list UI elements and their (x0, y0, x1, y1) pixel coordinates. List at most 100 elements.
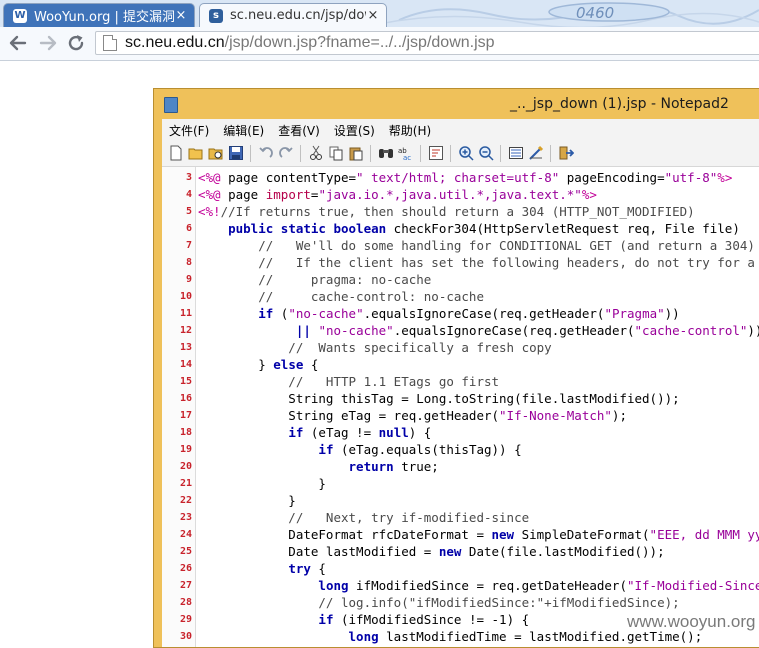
open-icon[interactable] (188, 145, 204, 161)
settings-icon[interactable] (528, 145, 544, 161)
toolbar-separator (420, 145, 421, 162)
code-token: // If the client has set the following h… (198, 255, 759, 270)
line-number: 28 (179, 597, 192, 608)
zoom-out-icon[interactable] (478, 145, 494, 161)
scheme-icon[interactable] (508, 145, 524, 161)
toolbar-separator (300, 145, 301, 162)
forward-icon[interactable] (38, 33, 58, 53)
code-text: // HTTP 1.1 ETags go first (198, 373, 499, 390)
notepad-toolbar: ab ac (162, 141, 759, 167)
code-token: // log.info("ifModifiedSince:"+ifModifie… (198, 595, 680, 610)
tab-close-icon[interactable]: × (174, 8, 188, 23)
code-token: "cache-control" (634, 323, 748, 338)
line-number: 24 (179, 529, 192, 540)
code-token: // pragma: no-cache (198, 272, 432, 287)
code-text: <%@ page import="java.io.*,java.util.*,j… (198, 186, 597, 203)
cut-icon[interactable] (308, 145, 324, 161)
code-text: public static boolean checkFor304(HttpSe… (198, 220, 740, 237)
menu-help[interactable]: 帮助(H) (382, 122, 438, 139)
code-text: if (ifModifiedSince != -1) { (198, 611, 529, 628)
menu-edit[interactable]: 编辑(E) (216, 122, 271, 139)
find-icon[interactable] (378, 145, 394, 161)
address-bar[interactable]: sc.neu.edu.cn/jsp/down.jsp?fname=../../j… (95, 31, 759, 55)
code-token: .equalsIgnoreCase(req.getHeader( (393, 323, 635, 338)
tab-title: WooYun.org | 提交漏洞 (34, 10, 174, 25)
code-token: public static boolean (228, 221, 387, 236)
code-token: } (198, 476, 326, 491)
code-token: ) { (408, 425, 432, 440)
code-token: %> (717, 170, 733, 185)
code-text: try { (198, 560, 326, 577)
tab-wooyun[interactable]: W WooYun.org | 提交漏洞 × (3, 3, 195, 27)
code-text: String thisTag = Long.toString(file.last… (198, 390, 680, 407)
code-token: <%! (198, 204, 221, 219)
code-token: { (310, 561, 326, 576)
code-text: DateFormat rfcDateFormat = new SimpleDat… (198, 526, 759, 543)
code-token: Date(file.lastModified()); (461, 544, 665, 559)
code-token: String thisTag = Long.toString(file.last… (198, 391, 680, 406)
notepad-app-icon[interactable] (164, 97, 178, 113)
line-number: 14 (179, 359, 192, 370)
exit-icon[interactable] (558, 145, 574, 161)
code-token: <%@ (198, 170, 229, 185)
code-token: if (288, 425, 304, 440)
copy-icon[interactable] (328, 145, 344, 161)
code-token: .equalsIgnoreCase(req.getHeader( (363, 306, 605, 321)
code-token: if (318, 442, 334, 457)
reload-icon[interactable] (66, 33, 86, 53)
menu-view[interactable]: 查看(V) (271, 122, 327, 139)
code-text: } (198, 492, 296, 509)
code-token: if (318, 612, 334, 627)
undo-icon[interactable] (258, 145, 274, 161)
menu-settings[interactable]: 设置(S) (327, 122, 382, 139)
notepad2-window[interactable]: _.._jsp_down (1).jsp - Notepad2 文件(F) 编辑… (153, 88, 759, 648)
code-token: ( (273, 306, 289, 321)
notepad-title: _.._jsp_down (1).jsp - Notepad2 (510, 96, 729, 112)
zoom-in-icon[interactable] (458, 145, 474, 161)
code-text: if (eTag.equals(thisTag)) { (198, 441, 521, 458)
code-editor[interactable]: 3 <%@ page contentType=" text/html; chars… (162, 167, 759, 647)
code-token: true; (393, 459, 439, 474)
code-token: "If-Modified-Since" (626, 578, 759, 593)
code-token: "If-None-Match" (499, 408, 612, 423)
paste-icon[interactable] (348, 145, 364, 161)
browse-icon[interactable] (208, 145, 224, 161)
code-text: // Next, try if-modified-since (198, 509, 529, 526)
notepad-titlebar[interactable]: _.._jsp_down (1).jsp - Notepad2 (154, 89, 759, 119)
code-token: // cache-control: no-cache (198, 289, 484, 304)
code-token: String eTag = req.getHeader( (198, 408, 500, 423)
save-icon[interactable] (228, 145, 244, 161)
tab-close-icon[interactable]: × (366, 8, 380, 23)
code-text: return true; (198, 458, 439, 475)
new-icon[interactable] (168, 145, 184, 161)
back-icon[interactable] (8, 33, 28, 53)
line-number: 4 (185, 189, 192, 200)
tab-strip-decoration: 0460 (379, 2, 759, 27)
menu-file[interactable]: 文件(F) (162, 122, 216, 139)
redo-icon[interactable] (278, 145, 294, 161)
line-number: 26 (179, 563, 192, 574)
toolbar-separator (370, 145, 371, 162)
code-token: long (318, 578, 349, 593)
replace-icon[interactable]: abac (398, 145, 414, 161)
code-token: ifModifiedSince = req.getDateHeader( (348, 578, 627, 593)
code-token: ))) { (747, 323, 759, 338)
line-number: 8 (185, 257, 192, 268)
line-number: 30 (179, 631, 192, 642)
wordwrap-icon[interactable] (428, 145, 444, 161)
line-number: 16 (179, 393, 192, 404)
code-token: (ifModifiedSince != -1) { (333, 612, 530, 627)
line-number: 6 (185, 223, 192, 234)
code-text: // If the client has set the following h… (198, 254, 759, 271)
code-token: // Next, try if-modified-since (198, 510, 530, 525)
line-number: 10 (179, 291, 192, 302)
code-token: %> (581, 187, 597, 202)
code-text: <%@ page contentType=" text/html; charse… (198, 169, 732, 186)
code-token: (eTag != (303, 425, 379, 440)
tab-sc-neu[interactable]: s sc.neu.edu.cn/jsp/down × (199, 3, 387, 27)
code-token: // HTTP 1.1 ETags go first (198, 374, 500, 389)
line-number: 12 (179, 325, 192, 336)
